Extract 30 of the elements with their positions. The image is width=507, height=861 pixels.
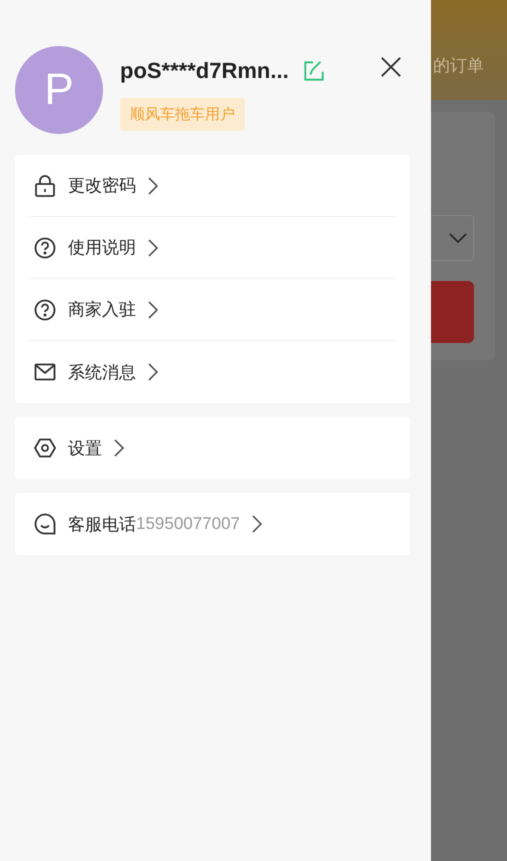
username: poS****d7Rmn...	[120, 58, 289, 84]
menu-item[interactable]: 使用说明	[28, 217, 397, 279]
menu-label: 客服电话	[68, 514, 136, 536]
chevron-right-icon	[148, 300, 158, 318]
page-title: 的订单	[433, 55, 484, 77]
menu-item[interactable]: 系统消息	[28, 341, 397, 403]
chevron-right-icon	[252, 515, 262, 533]
envelope-icon	[34, 361, 56, 383]
menu-item[interactable]: 客服电话15950077007	[28, 493, 397, 555]
close-icon[interactable]	[380, 56, 402, 78]
chevron-down-icon	[449, 233, 467, 243]
menu-item[interactable]: 设置	[28, 417, 397, 479]
menu-item[interactable]: 商家入驻	[28, 279, 397, 341]
menu-label: 更改密码	[68, 175, 136, 197]
chat-bubble-icon	[34, 513, 56, 535]
menu-label: 使用说明	[68, 237, 136, 259]
chevron-right-icon	[148, 238, 158, 256]
menu-label: 系统消息	[68, 362, 136, 384]
menu-label: 设置	[68, 438, 102, 460]
menu-label: 商家入驻	[68, 299, 136, 321]
menu-item[interactable]: 更改密码	[28, 155, 397, 217]
user-type-tag: 顺风车拖车用户	[120, 98, 245, 131]
phone-number: 15950077007	[136, 514, 240, 534]
chevron-right-icon	[148, 176, 158, 194]
lock-icon	[34, 174, 56, 196]
question-icon	[34, 236, 56, 258]
settings-icon	[34, 437, 56, 459]
chevron-right-icon	[114, 439, 124, 457]
chevron-right-icon	[148, 363, 158, 381]
question-icon	[34, 298, 56, 320]
